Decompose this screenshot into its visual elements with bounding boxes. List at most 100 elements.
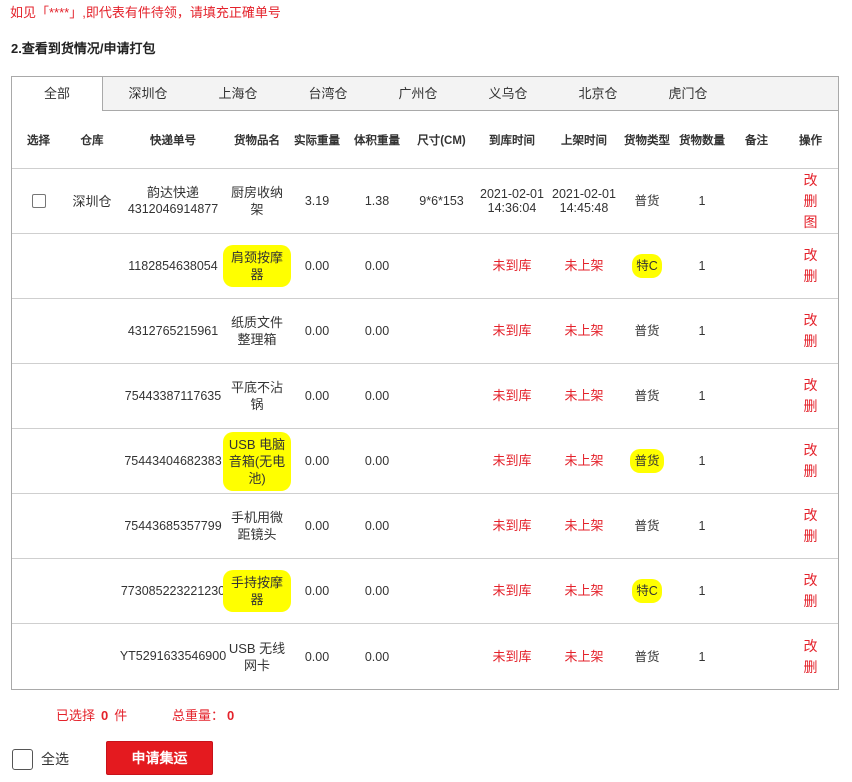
- tab-humen[interactable]: 虎门仓: [643, 77, 733, 110]
- col-actual-weight-cell: 3.19: [287, 169, 347, 233]
- col-goods-name-cell: 手机用微距镜头: [227, 494, 287, 558]
- col-goods-name-cell: 厨房收纳架: [227, 169, 287, 233]
- col-goods-type-cell: 普货: [620, 169, 674, 233]
- select-all-checkbox[interactable]: [12, 749, 33, 770]
- shelf-time-status: 未上架: [564, 583, 604, 598]
- select-all-label[interactable]: 全选: [41, 751, 69, 768]
- tab-beijing[interactable]: 北京仓: [553, 77, 643, 110]
- goods-name: 平底不沾锅: [230, 380, 283, 412]
- tab-yiwu[interactable]: 义乌仓: [463, 77, 553, 110]
- delete-link[interactable]: 删: [804, 191, 818, 212]
- col-arrival-time-cell: 未到库: [476, 624, 548, 689]
- col-volume-weight-cell: 0.00: [347, 559, 407, 623]
- goods-type: 普货: [634, 453, 660, 469]
- tracking-number: 75443404682383: [124, 453, 222, 468]
- col-shelf-time-cell: 未上架: [548, 364, 620, 428]
- delete-link[interactable]: 删: [804, 657, 818, 678]
- tracking-number: 773085223221230: [120, 583, 226, 598]
- col-actions-cell: 改删: [783, 494, 838, 558]
- shelf-time-status: 未上架: [564, 648, 604, 664]
- tab-shanghai[interactable]: 上海仓: [193, 77, 283, 110]
- col-actions-cell: 改删: [783, 429, 838, 493]
- actual-weight: 0.00: [304, 259, 330, 273]
- col-arrival-time-cell: 未到库: [476, 559, 548, 623]
- tab-shenzhen[interactable]: 深圳仓: [103, 77, 193, 110]
- quantity-value: 1: [698, 389, 706, 403]
- delete-link[interactable]: 删: [804, 396, 818, 417]
- edit-link[interactable]: 改: [804, 505, 818, 526]
- col-volume-weight-cell: 1.38: [347, 169, 407, 233]
- col-shelf-time-cell: 未上架: [548, 234, 620, 298]
- goods-type: 普货: [634, 324, 660, 338]
- shelf-time-status: 未上架: [564, 258, 604, 273]
- col-shelf-time-cell: 2021-02-01 14:45:48: [548, 169, 620, 233]
- col-warehouse-cell: [65, 299, 119, 363]
- col-warehouse-cell: 深圳仓: [65, 169, 119, 233]
- col-goods-name-cell: USB 电脑音箱(无电池): [227, 429, 287, 493]
- edit-link[interactable]: 改: [804, 636, 818, 657]
- col-tracking-header: 快递单号: [150, 134, 196, 147]
- col-actual-weight-header: 实际重量: [294, 134, 340, 147]
- goods-type: 普货: [634, 194, 660, 208]
- col-tracking-cell: 韵达快递 4312046914877: [119, 169, 227, 233]
- table-row: 75443685357799 手机用微距镜头 0.00 0.00 未到库 未上架 普货 1 改删: [12, 494, 838, 559]
- arrivals-panel: 全部 深圳仓 上海仓 台湾仓 广州仓 义乌仓 北京仓 虎门仓 选择 仓库 快递单号 货物品名 实际重量…: [11, 76, 839, 690]
- col-warehouse-cell: [65, 429, 119, 493]
- actual-weight: 0.00: [304, 324, 330, 338]
- tab-guangzhou[interactable]: 广州仓: [373, 77, 463, 110]
- col-quantity-cell: 1: [674, 299, 730, 363]
- selected-label: 已选择: [56, 708, 96, 723]
- col-tracking-cell: YT5291633546900: [119, 624, 227, 689]
- delete-link[interactable]: 删: [804, 461, 818, 482]
- tab-taiwan[interactable]: 台湾仓: [283, 77, 373, 110]
- shelf-time-status: 未上架: [564, 518, 604, 533]
- col-remark-cell: [730, 299, 783, 363]
- edit-link[interactable]: 改: [804, 375, 818, 396]
- col-actions-cell: 改删: [783, 559, 838, 623]
- row-checkbox[interactable]: [31, 194, 46, 208]
- courier-name: 韵达快递: [146, 185, 199, 200]
- table-row: 1182854638054 肩颈按摩器 0.00 0.00 未到库 未上架 特C 1 改删: [12, 234, 838, 299]
- selected-count: 0: [101, 708, 109, 723]
- col-size-cell: [407, 234, 476, 298]
- col-actions-cell: 改删图: [783, 169, 838, 233]
- image-link[interactable]: 图: [804, 212, 818, 233]
- col-arrival-time-cell: 未到库: [476, 429, 548, 493]
- goods-name: 肩颈按摩器: [227, 249, 287, 283]
- col-volume-weight-header: 体积重量: [354, 134, 400, 147]
- arrival-time-status: 未到库: [492, 453, 532, 468]
- table-row: 4312765215961 纸质文件整理箱 0.00 0.00 未到库 未上架 普货 1 改删: [12, 299, 838, 364]
- edit-link[interactable]: 改: [804, 170, 818, 191]
- edit-link[interactable]: 改: [804, 440, 818, 461]
- warehouse-tabs: 全部 深圳仓 上海仓 台湾仓 广州仓 义乌仓 北京仓 虎门仓: [12, 77, 838, 111]
- tab-all[interactable]: 全部: [12, 77, 103, 111]
- edit-link[interactable]: 改: [804, 310, 818, 331]
- col-remark-cell: [730, 234, 783, 298]
- weight-label: 总重量：: [172, 708, 225, 723]
- delete-link[interactable]: 删: [804, 526, 818, 547]
- col-actual-weight-cell: 0.00: [287, 494, 347, 558]
- col-goods-type-header: 货物类型: [624, 134, 670, 147]
- arrival-time: 2021-02-01 14:36:04: [480, 187, 544, 215]
- col-shelf-time-cell: 未上架: [548, 299, 620, 363]
- col-quantity-cell: 1: [674, 559, 730, 623]
- delete-link[interactable]: 删: [804, 266, 818, 287]
- delete-link[interactable]: 删: [804, 331, 818, 352]
- goods-type: 普货: [634, 389, 660, 403]
- tracking-number: YT5291633546900: [119, 649, 227, 663]
- col-quantity-cell: 1: [674, 429, 730, 493]
- edit-link[interactable]: 改: [804, 245, 818, 266]
- col-warehouse-cell: [65, 364, 119, 428]
- col-warehouse-cell: [65, 559, 119, 623]
- notice-text: 如见「****」,即代表有件待领，请填充正確单号: [10, 5, 281, 20]
- table-row: 75443404682383 USB 电脑音箱(无电池) 0.00 0.00 未到库 未上…: [12, 429, 838, 494]
- volume-weight: 0.00: [364, 649, 390, 664]
- volume-weight: 0.00: [364, 389, 390, 403]
- edit-link[interactable]: 改: [804, 570, 818, 591]
- delete-link[interactable]: 删: [804, 591, 818, 612]
- goods-name: 手持按摩器: [227, 574, 287, 608]
- col-actions-cell: 改删: [783, 624, 838, 689]
- apply-consolidation-button[interactable]: 申请集运: [106, 741, 213, 775]
- goods-type: 普货: [634, 519, 660, 533]
- goods-name: 厨房收纳架: [230, 185, 283, 217]
